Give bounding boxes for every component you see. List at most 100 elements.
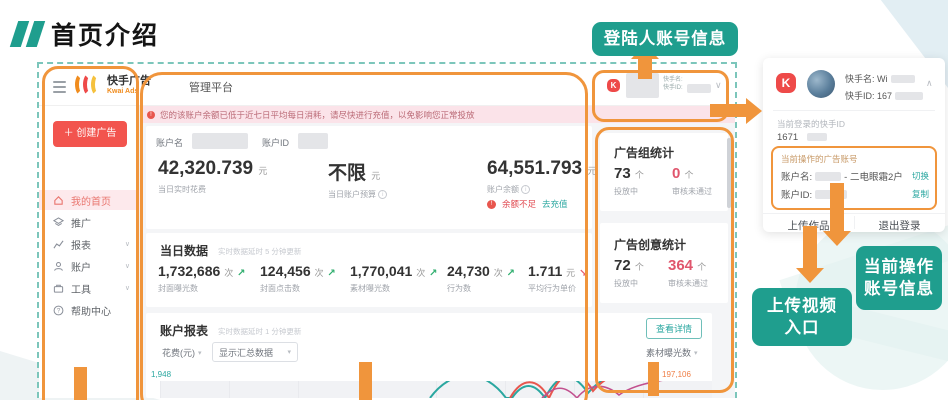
balance-warning-icon: ! <box>487 199 496 209</box>
creative-stat-2: 364 个 审核未通过 <box>668 257 708 289</box>
annotation-text: 入口 <box>784 319 820 337</box>
dashboard-header: 快手广告 Kwai Ads 管理平台 K 快手名: 快手ID: ∨ <box>39 64 735 106</box>
dropdown-caret-icon: ▾ <box>287 349 291 356</box>
today-metric-4: 24,730 次 ↗ 行为数 <box>447 263 515 294</box>
sidebar-item-account[interactable]: 账户 ∨ <box>39 256 140 276</box>
metric-unit: 元 <box>566 268 576 278</box>
user-icon <box>53 261 64 272</box>
left-axis-tick: 1,948 <box>151 370 172 379</box>
home-icon <box>53 195 64 206</box>
copy-id-link[interactable]: 复制 <box>912 188 929 200</box>
summary-select-label: 显示汇总数据 <box>219 347 274 358</box>
bottom-arrow-right-panel <box>648 362 659 396</box>
annotation-text: 当前操作 <box>864 257 934 276</box>
arrow-down-account-shaft <box>830 183 844 233</box>
title-slashes-icon <box>9 21 46 47</box>
trend-up-icon: ↗ <box>506 268 516 279</box>
chevron-down-icon[interactable]: ∨ <box>125 240 130 248</box>
dashboard: 快手广告 Kwai Ads 管理平台 K 快手名: 快手ID: ∨ ! 您的该账… <box>39 64 735 398</box>
metric-select-label: 花费(元) <box>162 348 195 358</box>
today-data-card: 当日数据 实时数据延时 5 分钟更新 1,732,686 次 ↗ 封面曝光数 1… <box>146 233 592 307</box>
balance-alert-bar: ! 您的该账户余额已低于近七日平均每日消耗，请尽快进行充值，以免影响您正常投放 <box>139 106 735 123</box>
divider <box>763 213 945 214</box>
sidebar-item-tools[interactable]: 工具 ∨ <box>39 278 140 298</box>
metric-unit: 次 <box>493 268 503 278</box>
creative-stats-title: 广告创意统计 <box>614 238 687 252</box>
ad-group-stats-card: 广告组统计 73 个 投放中 0 个 审核未通过 <box>600 133 728 211</box>
divider <box>773 110 935 111</box>
alert-warning-icon: ! <box>147 110 155 119</box>
recharge-link[interactable]: 去充值 <box>542 198 568 210</box>
sidebar-item-label: 报表 <box>71 240 91 252</box>
login-id-blurred <box>807 133 827 141</box>
chevron-down-icon[interactable]: ∨ <box>125 284 130 292</box>
metric-value: 1.711 <box>528 263 563 279</box>
sidebar-item-label: 帮助中心 <box>71 306 111 318</box>
right-axis-tick: 197,106 <box>662 370 691 379</box>
account-name-blurred <box>192 133 248 149</box>
info-icon[interactable]: i <box>521 185 531 194</box>
info-icon[interactable]: i <box>378 190 388 199</box>
kwai-mini-logo-icon: K <box>607 79 620 92</box>
account-name-row: 账户名: - 二电眼霜2户 切换 <box>781 169 929 183</box>
account-name-label: 账户名 <box>156 138 184 148</box>
metric-select[interactable]: 花费(元) ▾ <box>162 346 202 359</box>
right-metric-select-label: 素材曝光数 <box>646 348 692 358</box>
group-stat-2: 0 个 审核未通过 <box>672 165 712 197</box>
sidebar-item-home[interactable]: 我的首页 <box>39 190 140 210</box>
view-details-button[interactable]: 查看详情 <box>645 318 702 339</box>
account-report-card: 账户报表 实时数据延时 1 分钟更新 查看详情 花费(元) ▾ 显示汇总数据 ▾… <box>146 313 712 398</box>
arrow-right-shaft <box>710 104 747 117</box>
sidebar-item-promotion[interactable]: 推广 <box>39 212 140 232</box>
account-name-blurred <box>815 171 842 181</box>
group-stats-title: 广告组统计 <box>614 146 675 160</box>
scrollbar[interactable] <box>727 138 731 208</box>
name-blurred <box>890 74 915 83</box>
arrow-right-to-popup <box>746 98 762 124</box>
today-metric-5: 1.711 元 ↘ 平均行为单价 <box>528 263 587 294</box>
kwai-id-label: 快手ID: <box>663 85 683 91</box>
metric-unit: 次 <box>416 268 426 278</box>
sidebar-item-help[interactable]: ? 帮助中心 <box>39 300 140 320</box>
stat-unit: 个 <box>684 170 694 180</box>
hamburger-menu-icon[interactable] <box>53 81 66 96</box>
trend-up-icon: ↗ <box>237 268 246 279</box>
chevron-up-icon[interactable]: ∧ <box>926 78 933 89</box>
annotation-text: 上传视频 <box>767 296 837 315</box>
brand-sub: Kwai Ads <box>107 88 139 95</box>
account-summary-card: 账户名 账户ID 42,320.739 元 当日实时花费 不限 元 当日账户预算… <box>146 126 596 229</box>
right-metric-select[interactable]: 素材曝光数 ▾ <box>646 346 698 359</box>
chevron-down-icon[interactable]: ∨ <box>715 80 722 91</box>
today-metric-3: 1,770,041 次 ↗ 素材曝光数 <box>350 263 437 294</box>
stat-unit: 个 <box>634 262 644 272</box>
chevron-down-icon[interactable]: ∨ <box>125 262 130 270</box>
stat-value: 0 <box>672 165 681 182</box>
sidebar-item-label: 工具 <box>71 284 91 296</box>
summary-select[interactable]: 显示汇总数据 ▾ <box>212 342 298 362</box>
budget-unit: 元 <box>371 171 381 181</box>
sidebar: ＋ 创建广告 我的首页 推广 报表 ∨ 账户 ∨ 工具 ∨ ? 帮助中心 <box>39 106 140 398</box>
metric-label: 平均行为单价 <box>528 284 576 293</box>
metric-value: 124,456 <box>260 263 311 279</box>
annotation-upload-entry: 上传视频 入口 <box>752 288 852 346</box>
balance-value: 64,551.793 <box>487 158 583 179</box>
spend-metric: 42,320.739 元 当日实时花费 <box>158 158 267 195</box>
tab-platform[interactable]: 管理平台 <box>189 79 233 95</box>
switch-account-link[interactable]: 切换 <box>912 170 929 182</box>
logout-button[interactable]: 退出登录 <box>854 218 945 233</box>
kwai-logo-icon <box>75 73 103 97</box>
today-title: 当日数据 <box>160 244 209 258</box>
sidebar-item-label: 推广 <box>71 218 91 230</box>
create-ad-button[interactable]: ＋ 创建广告 <box>53 121 127 147</box>
metric-label: 封面曝光数 <box>158 284 198 293</box>
ad-creative-stats-card: 广告创意统计 72 个 投放中 364 个 审核未通过 <box>600 223 728 303</box>
help-icon: ? <box>53 305 64 316</box>
report-chart-lines <box>429 381 663 398</box>
user-mini-labels: 快手名: 快手ID: <box>663 76 683 92</box>
bottom-arrow-sidebar <box>74 367 87 400</box>
sidebar-item-reports[interactable]: 报表 ∨ <box>39 234 140 254</box>
creative-stat-1: 72 个 投放中 <box>614 257 644 289</box>
kwai-logo-icon: K <box>776 73 796 93</box>
metric-unit: 次 <box>314 268 324 278</box>
current-ad-account-box: 当前操作的广告账号 账户名: - 二电眼霜2户 切换 账户ID: 复制 <box>771 146 937 210</box>
